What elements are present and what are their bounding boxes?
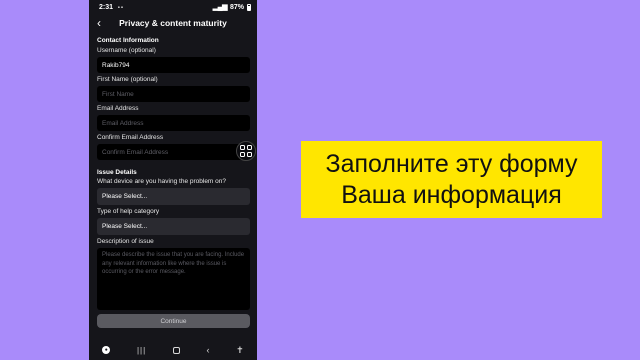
home-icon[interactable] <box>172 346 180 354</box>
status-right: ▂▄▆ 87% <box>213 3 251 11</box>
contact-section-title: Contact Information <box>97 37 159 44</box>
status-bar: 2:31 • • ▂▄▆ 87% <box>89 0 257 14</box>
email-field[interactable]: Email Address <box>97 115 250 131</box>
back-icon[interactable]: ‹ <box>206 345 209 355</box>
first-name-label: First Name (optional) <box>97 76 158 83</box>
device-select[interactable]: Please Select... <box>97 188 250 205</box>
status-time: 2:31 <box>99 3 114 11</box>
banner-line-2: Ваша информация <box>341 180 562 209</box>
accessibility-shortcut-icon[interactable]: ● <box>102 346 111 354</box>
accessibility-icon[interactable]: ✝ <box>236 345 244 356</box>
qr-scan-icon <box>240 145 252 157</box>
app-bar: ‹ Privacy & content maturity <box>89 14 257 32</box>
first-name-field[interactable]: First Name <box>97 86 250 102</box>
description-label: Description of issue <box>97 238 154 245</box>
issue-section-title: Issue Details <box>97 169 137 176</box>
battery-icon <box>247 3 251 11</box>
category-label: Type of help category <box>97 208 160 215</box>
battery-percent: 87% <box>229 3 244 11</box>
confirm-email-field[interactable]: Confirm Email Address <box>97 144 250 160</box>
signal-icon: ▂▄▆ <box>212 4 228 11</box>
category-select[interactable]: Please Select... <box>97 218 250 235</box>
email-label: Email Address <box>97 105 139 112</box>
recents-icon[interactable]: ||| <box>137 346 146 355</box>
confirm-email-label: Confirm Email Address <box>97 134 164 141</box>
device-label: What device are you having the problem o… <box>97 178 226 185</box>
continue-button[interactable]: Continue <box>97 314 250 328</box>
system-nav-bar: ● ||| ‹ ✝ <box>89 340 257 360</box>
phone-screen: 2:31 • • ▂▄▆ 87% ‹ Privacy & content mat… <box>89 0 257 360</box>
status-left: 2:31 • • <box>99 4 123 11</box>
page-title: Privacy & content maturity <box>119 18 227 28</box>
description-textarea[interactable]: Please describe the issue that you are f… <box>97 248 250 310</box>
notification-dots: • • <box>117 4 123 11</box>
qr-scan-button[interactable] <box>236 141 256 161</box>
instruction-banner: Заполните эту форму Ваша информация <box>301 141 602 218</box>
back-arrow-icon[interactable]: ‹ <box>97 16 101 30</box>
username-field[interactable]: Rakib794 <box>97 57 250 73</box>
banner-line-1: Заполните эту форму <box>325 149 578 178</box>
username-label: Username (optional) <box>97 47 156 54</box>
support-form: Contact Information Username (optional) … <box>89 37 257 328</box>
